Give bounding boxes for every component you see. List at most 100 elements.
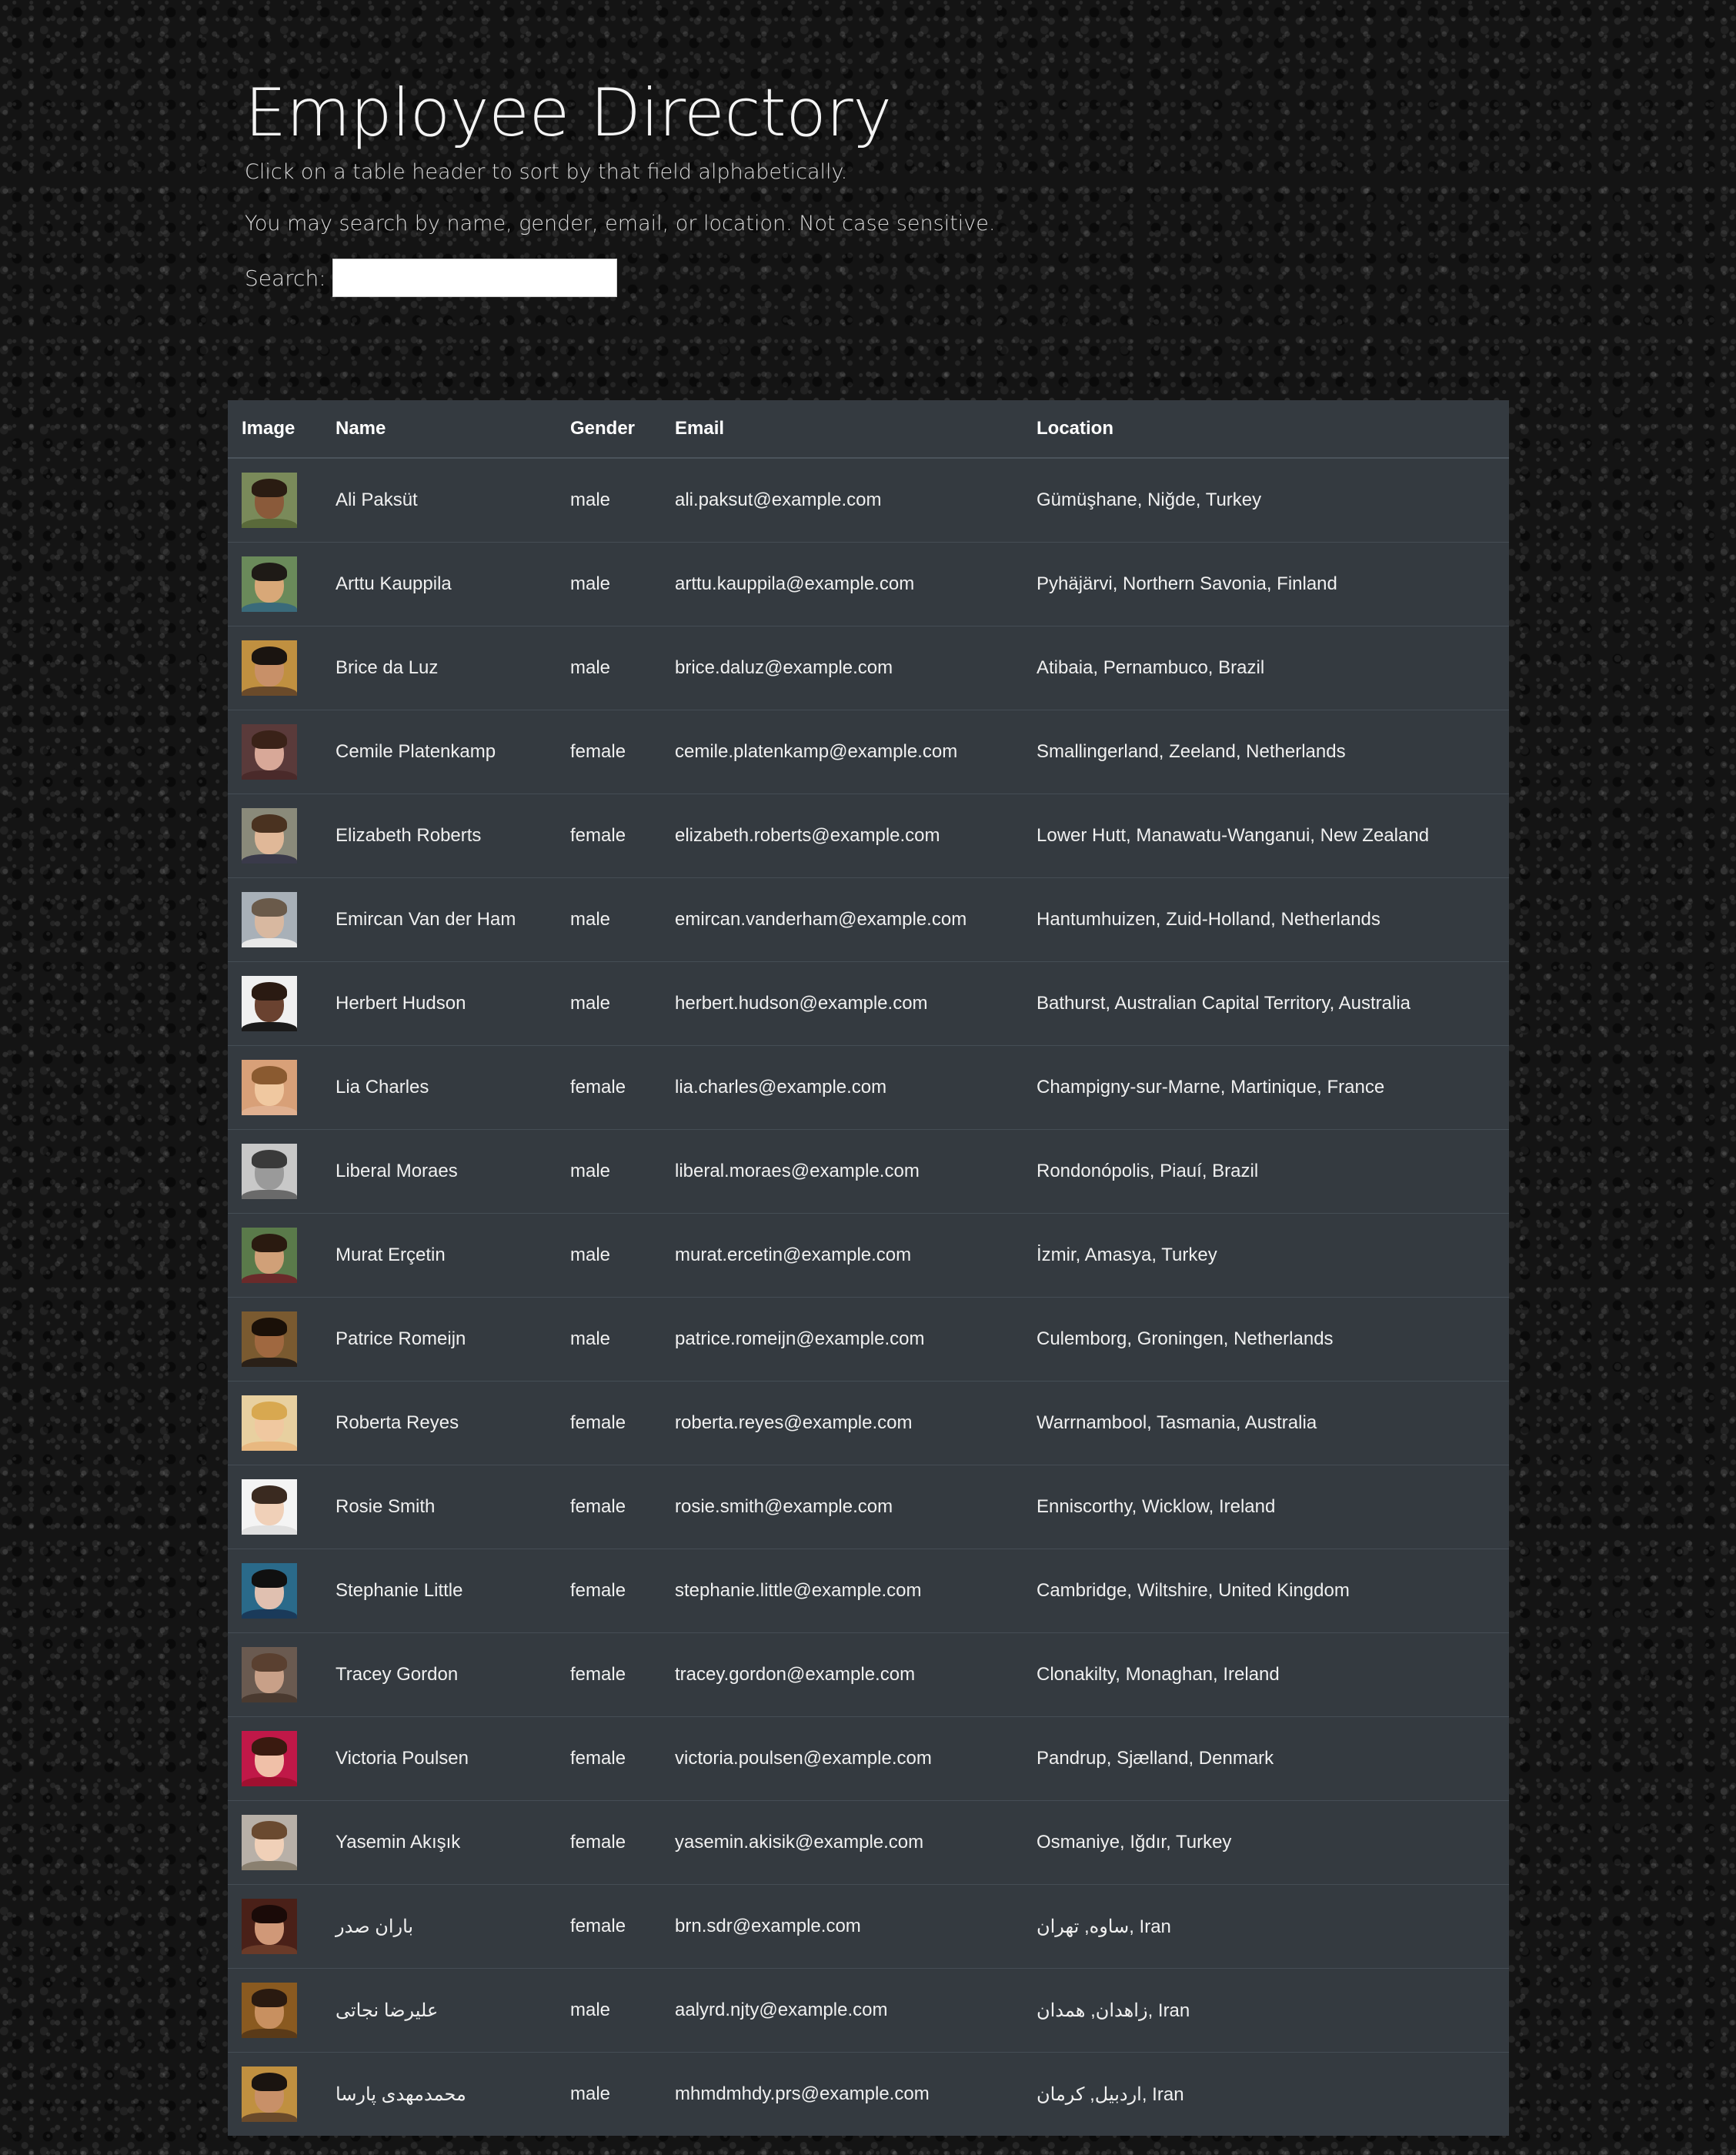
- table-row: محمدمهدی پارسا male mhmdmhdy.prs@example.c…: [228, 2052, 1509, 2136]
- gender-cell: male: [556, 1297, 661, 1382]
- email-cell: tracey.gordon@example.com: [661, 1632, 1023, 1717]
- avatar: [242, 1311, 297, 1367]
- table-row: Liberal Moraes male liberal.moraes@example…: [228, 1129, 1509, 1214]
- name-cell: Elizabeth Roberts: [322, 794, 556, 878]
- table-row: Cemile Platenkamp female cemile.platenkamp…: [228, 710, 1509, 794]
- image-cell: [228, 1968, 322, 2053]
- gender-cell: male: [556, 626, 661, 710]
- table-row: Lia Charles female lia.charles@example.com…: [228, 1045, 1509, 1130]
- location-cell: Clonakilty, Monaghan, Ireland: [1023, 1632, 1509, 1717]
- name-cell: عليرضا نجاتی: [322, 1968, 556, 2053]
- avatar: [242, 1815, 297, 1870]
- table-body: Ali Paksüt male ali.paksut@example.com Gümü…: [228, 458, 1509, 2136]
- image-cell: [228, 1297, 322, 1382]
- avatar: [242, 556, 297, 612]
- image-cell: [228, 877, 322, 962]
- gender-cell: female: [556, 1632, 661, 1717]
- avatar: [242, 1647, 297, 1702]
- column-header-gender[interactable]: Gender: [556, 400, 661, 459]
- name-cell: Stephanie Little: [322, 1549, 556, 1633]
- table-row: Patrice Romeijn male patrice.romeijn@examp…: [228, 1297, 1509, 1382]
- table-row: Rosie Smith female rosie.smith@example.com…: [228, 1465, 1509, 1549]
- image-cell: [228, 458, 322, 543]
- location-cell: Enniscorthy, Wicklow, Ireland: [1023, 1465, 1509, 1549]
- table-row: Emircan Van der Ham male emircan.vanderham…: [228, 877, 1509, 962]
- page-title: Employee Directory: [245, 75, 892, 152]
- table-row: عليرضا نجاتی male aalyrd.njty@example.com ز…: [228, 1968, 1509, 2053]
- location-cell: Pandrup, Sjælland, Denmark: [1023, 1716, 1509, 1801]
- image-cell: [228, 1129, 322, 1214]
- gender-cell: male: [556, 1129, 661, 1214]
- avatar: [242, 808, 297, 864]
- location-cell: ساوه, تهران, Iran: [1023, 1884, 1509, 1969]
- gender-cell: female: [556, 1381, 661, 1465]
- image-cell: [228, 1632, 322, 1717]
- location-cell: Champigny-sur-Marne, Martinique, France: [1023, 1045, 1509, 1130]
- table-row: Yasemin Akışık female yasemin.akisik@examp…: [228, 1800, 1509, 1885]
- location-cell: Culemborg, Groningen, Netherlands: [1023, 1297, 1509, 1382]
- search-label: Search:: [245, 265, 326, 291]
- avatar: [242, 1395, 297, 1451]
- avatar: [242, 1228, 297, 1283]
- email-cell: emircan.vanderham@example.com: [661, 877, 1023, 962]
- table-row: باران صدر female brn.sdr@example.com ساوه, …: [228, 1884, 1509, 1969]
- name-cell: Liberal Moraes: [322, 1129, 556, 1214]
- gender-cell: male: [570, 489, 611, 510]
- email-cell: brn.sdr@example.com: [661, 1884, 1023, 1969]
- location-cell: Hantumhuizen, Zuid-Holland, Netherlands: [1023, 877, 1509, 962]
- location-cell: Rondonópolis, Piauí, Brazil: [1023, 1129, 1509, 1214]
- table-header-row: Image Name Gender Email Location: [228, 400, 1509, 459]
- image-cell: [228, 542, 322, 626]
- sort-instructions: Click on a table header to sort by that …: [245, 159, 848, 184]
- gender-cell: female: [556, 1045, 661, 1130]
- name-cell: Murat Erçetin: [322, 1213, 556, 1298]
- email-cell: brice.daluz@example.com: [661, 626, 1023, 710]
- image-cell: [228, 961, 322, 1046]
- avatar: [242, 1479, 297, 1535]
- name-cell: Arttu Kauppila: [322, 542, 556, 626]
- name-cell: Roberta Reyes: [322, 1381, 556, 1465]
- avatar: [242, 1983, 297, 2038]
- column-header-image[interactable]: Image: [228, 400, 322, 459]
- column-header-name[interactable]: Name: [322, 400, 556, 459]
- gender-cell: male: [556, 542, 661, 626]
- employee-table-container: Image Name Gender Email Location Ali Pak…: [228, 400, 1509, 2136]
- avatar: [242, 1731, 297, 1786]
- email-cell: elizabeth.roberts@example.com: [661, 794, 1023, 878]
- table-row: Brice da Luz male brice.daluz@example.com A…: [228, 626, 1509, 710]
- table-row: Ali Paksüt male ali.paksut@example.com Gümü…: [228, 458, 1509, 543]
- avatar: [242, 1060, 297, 1115]
- location-cell: Osmaniye, Iğdır, Turkey: [1023, 1800, 1509, 1885]
- email-cell: victoria.poulsen@example.com: [661, 1716, 1023, 1801]
- gender-cell: male: [556, 877, 661, 962]
- image-cell: [228, 1045, 322, 1130]
- image-cell: [228, 1716, 322, 1801]
- name-cell: Cemile Platenkamp: [322, 710, 556, 794]
- location-cell: Warrnambool, Tasmania, Australia: [1023, 1381, 1509, 1465]
- email-cell: ali.paksut@example.com: [675, 489, 882, 510]
- image-cell: [228, 710, 322, 794]
- table-row: Tracey Gordon female tracey.gordon@example…: [228, 1632, 1509, 1717]
- gender-cell: female: [556, 794, 661, 878]
- name-cell: Brice da Luz: [322, 626, 556, 710]
- location-cell: Lower Hutt, Manawatu-Wanganui, New Zeala…: [1023, 794, 1509, 878]
- gender-cell: female: [556, 1549, 661, 1633]
- avatar: [242, 1563, 297, 1619]
- image-cell: [228, 1549, 322, 1633]
- table-row: Stephanie Little female stephanie.little@e…: [228, 1549, 1509, 1633]
- email-cell: murat.ercetin@example.com: [661, 1213, 1023, 1298]
- table-row: Elizabeth Roberts female elizabeth.roberts…: [228, 794, 1509, 878]
- location-cell: Atibaia, Pernambuco, Brazil: [1023, 626, 1509, 710]
- page-header: Employee Directory Click on a table head…: [245, 75, 1476, 298]
- search-input[interactable]: [332, 259, 617, 298]
- column-header-location[interactable]: Location: [1023, 400, 1509, 459]
- table-row: Murat Erçetin male murat.ercetin@example.c…: [228, 1213, 1509, 1298]
- avatar: [242, 473, 297, 528]
- email-cell: yasemin.akisik@example.com: [661, 1800, 1023, 1885]
- image-cell: [228, 1884, 322, 1969]
- gender-cell: male: [556, 1968, 661, 2053]
- name-cell: Lia Charles: [322, 1045, 556, 1130]
- column-header-email[interactable]: Email: [661, 400, 1023, 459]
- avatar: [242, 1899, 297, 1954]
- name-cell: Victoria Poulsen: [322, 1716, 556, 1801]
